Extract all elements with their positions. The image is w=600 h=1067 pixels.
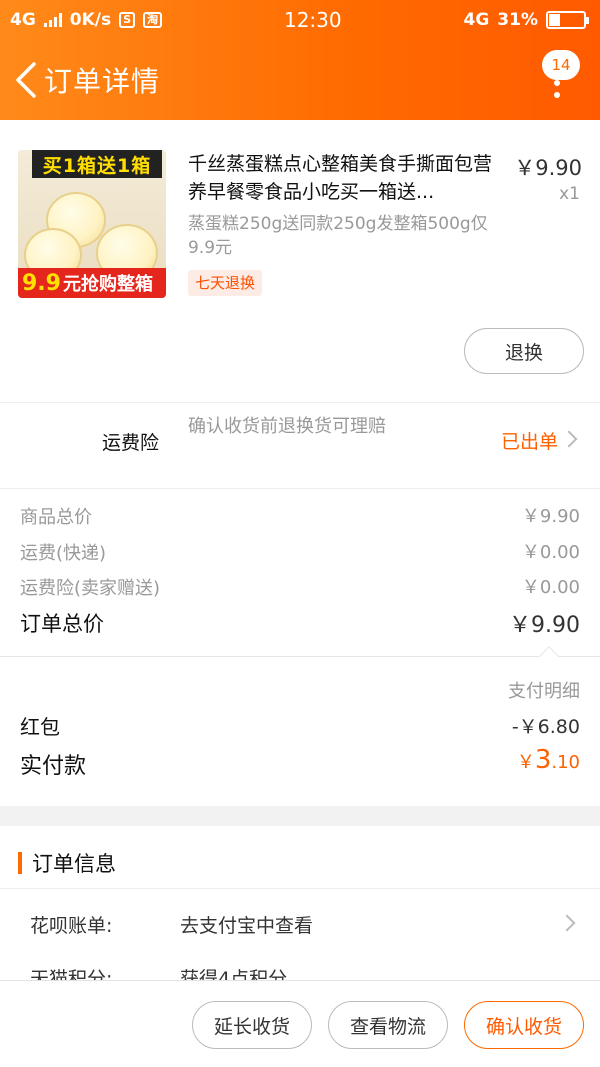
section-accent-bar [18,852,22,874]
page-title: 订单详情 [44,65,161,98]
confirm-receipt-button[interactable]: 确认收货 [464,1001,584,1049]
battery-icon [546,11,589,29]
more-dots-icon [554,80,560,104]
image-banner-bottom: 9.9 元抢购整箱 [18,268,166,298]
clock: 12:30 [283,8,342,32]
return-exchange-button[interactable]: 退换 [464,328,584,374]
payment-detail-link[interactable]: 支付明细 [508,677,580,703]
huabei-bill-label: 花呗账单: [30,915,113,937]
bottom-action-bar: 延长收货 查看物流 确认收货 [0,980,600,1067]
signal-icon [43,13,62,27]
return-policy-tag: 七天退换 [188,270,263,296]
taobao-notification-icon: 淘 [143,12,163,28]
product-spec: 蒸蛋糕250g送同款250g发整箱500g仅9.9元 [188,214,488,258]
amount-paid-value: ￥3.10 [516,745,580,775]
product-quantity: x1 [559,184,580,204]
extend-receipt-button[interactable]: 延长收货 [192,1001,312,1049]
shipping-fee-label: 运费(快递) [20,543,107,564]
order-total-label: 订单总价 [20,612,104,636]
red-packet-value: -￥6.80 [511,716,580,738]
battery-percent: 31% [497,10,538,30]
more-menu-button[interactable]: 14 [540,50,580,110]
status-bar: 4G 0K/s S 淘 12:30 4G 31% [0,0,600,40]
image-banner-top: 买1箱送1箱 [32,150,162,178]
network-indicator-right: 4G [463,10,490,30]
shipping-insurance-label: 运费险 [102,432,160,454]
chevron-left-icon [16,62,36,98]
message-count-badge: 14 [542,50,580,80]
back-button[interactable] [6,50,46,110]
order-total-value: ￥9.90 [509,613,580,638]
goods-total-value: ￥9.90 [521,506,580,527]
header: 4G 0K/s S 淘 12:30 4G 31% 订单详情 14 [0,0,600,120]
shipping-fee-value: ￥0.00 [521,542,580,563]
product-title[interactable]: 千丝蒸蛋糕点心整箱美食手撕面包营养早餐零食品小吃买一箱送... [188,150,508,206]
shipping-insurance-status[interactable]: 已出单 [501,427,558,454]
shipping-insurance-description: 确认收货前退换货可理赔 [188,416,386,437]
network-speed: 0K/s [69,10,112,30]
app-notification-icon: S [119,12,136,28]
red-packet-label: 红包 [20,715,60,739]
divider [0,888,600,889]
huabei-bill-value[interactable]: 去支付宝中查看 [180,911,313,938]
order-info-title: 订单信息 [32,852,116,876]
amount-paid-label: 实付款 [20,754,87,779]
goods-total-label: 商品总价 [20,507,92,528]
insurance-fee-label: 运费险(卖家赠送) [20,578,161,599]
product-price: ￥9.90 [514,156,582,180]
nav-bar: 订单详情 14 [0,40,600,120]
network-indicator: 4G [10,10,36,30]
insurance-fee-value: ￥0.00 [521,577,580,598]
product-image[interactable]: 买1箱送1箱 9.9 元抢购整箱 [18,150,166,298]
view-logistics-button[interactable]: 查看物流 [328,1001,448,1049]
